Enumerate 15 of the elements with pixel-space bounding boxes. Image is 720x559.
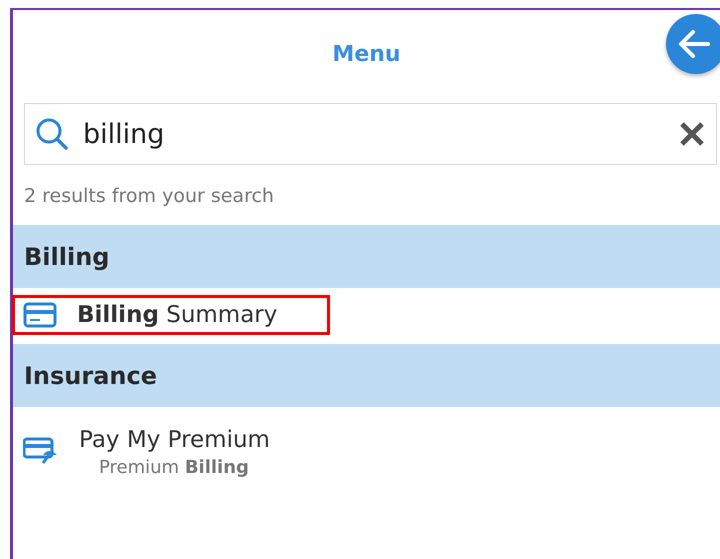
search-box[interactable]: billing [24,103,717,165]
item-label: Pay My Premium [79,426,270,452]
card-pay-icon [23,437,59,467]
menu-title: Menu [332,42,401,69]
credit-card-icon [23,302,57,328]
group-header: Insurance [13,344,720,407]
clear-button[interactable] [678,120,706,148]
group-header: Billing [13,225,720,288]
search-field[interactable]: billing [81,118,666,150]
item-label: Billing Summary [77,302,278,328]
item-subtitle: Premium Billing [99,456,250,478]
result-count: 2 results from your search [24,185,275,209]
menu-item[interactable]: Billing Summary [12,295,330,335]
search-icon [35,117,69,151]
menu-item[interactable]: Pay My Premium Premium Billing [12,420,277,484]
